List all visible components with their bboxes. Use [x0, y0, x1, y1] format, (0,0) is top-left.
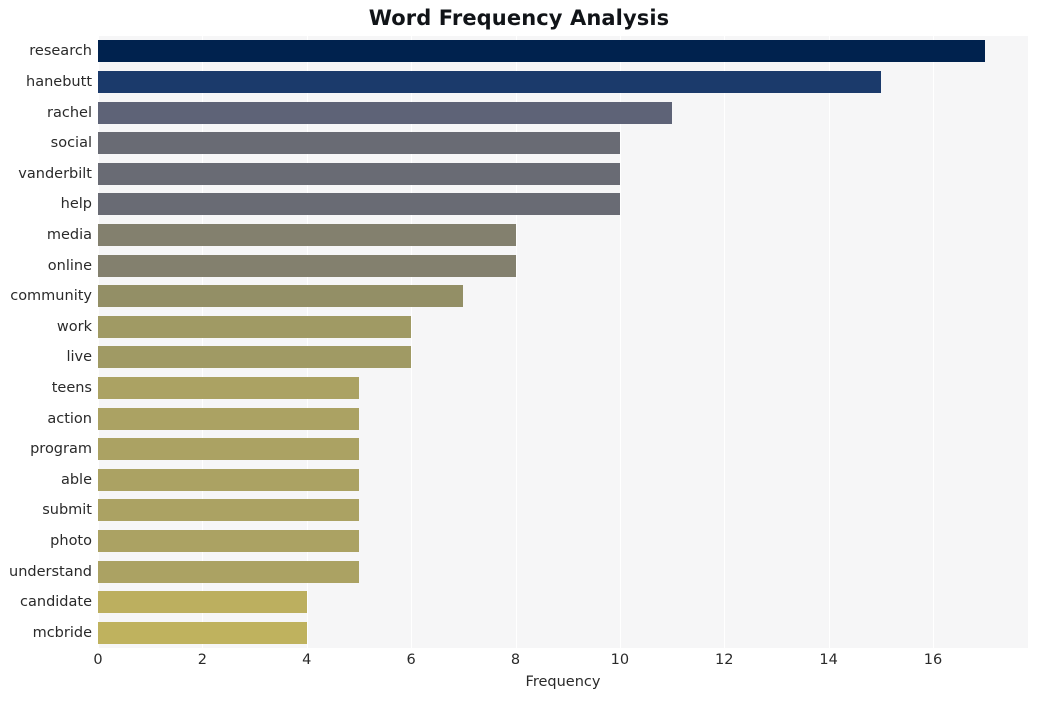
gridline-vertical: [828, 36, 830, 648]
x-axis-tick-labels: 0 2 4 6 8 10 12 14 16: [0, 652, 1038, 674]
bar: [98, 468, 359, 491]
bar: [98, 438, 359, 461]
y-axis-tick-label: able: [60, 471, 92, 488]
y-axis-category-labels: research hanebutt rachel social vanderbilt he…: [0, 36, 92, 648]
bar: [98, 101, 673, 124]
gridline-vertical: [619, 36, 621, 648]
bar: [98, 376, 359, 399]
gridline-vertical: [933, 36, 935, 648]
y-axis-tick-label: work: [56, 318, 92, 335]
y-axis-tick-label: teens: [51, 379, 92, 396]
y-axis-tick-label: vanderbilt: [18, 165, 92, 182]
bar: [98, 621, 307, 644]
y-axis-tick-label: live: [66, 349, 92, 366]
y-axis-tick-label: action: [47, 410, 92, 427]
bar: [98, 254, 516, 277]
gridline-vertical: [98, 36, 99, 648]
x-axis-tick-label: 12: [715, 652, 734, 668]
y-axis-tick-label: community: [10, 288, 92, 305]
y-axis-tick-label: candidate: [20, 594, 92, 611]
x-axis-tick-label: 14: [819, 652, 838, 668]
word-frequency-bar-chart: Word Frequency Analysis research hanebutt…: [0, 0, 1038, 701]
y-axis-tick-label: media: [46, 226, 92, 243]
bar: [98, 40, 986, 63]
bar: [98, 346, 412, 369]
bar: [98, 529, 359, 552]
gridline-vertical: [306, 36, 308, 648]
y-axis-tick-label: rachel: [47, 104, 92, 121]
gridline-vertical: [724, 36, 726, 648]
bar: [98, 499, 359, 522]
bar: [98, 407, 359, 430]
bar: [98, 193, 620, 216]
x-axis-label: Frequency: [525, 674, 601, 690]
bar: [98, 560, 359, 583]
x-axis-tick-label: 16: [923, 652, 943, 668]
bar: [98, 591, 307, 614]
y-axis-tick-label: submit: [42, 502, 92, 519]
bar: [98, 223, 516, 246]
bar: [98, 162, 620, 185]
x-axis-tick-label: 6: [406, 652, 416, 668]
bar: [98, 315, 412, 338]
gridline-vertical: [411, 36, 413, 648]
x-axis-tick-label: 8: [510, 652, 521, 668]
plot-area: [98, 36, 1028, 648]
y-axis-tick-label: program: [30, 441, 92, 458]
x-axis-tick-label: 0: [93, 652, 103, 668]
y-axis-tick-label: research: [29, 43, 92, 60]
y-axis-tick-label: understand: [9, 563, 92, 580]
gridline-vertical: [202, 36, 204, 648]
gridline-vertical: [515, 36, 517, 648]
bar: [98, 70, 881, 93]
x-axis-tick-label: 2: [197, 652, 207, 668]
y-axis-tick-label: online: [47, 257, 92, 274]
y-axis-tick-label: mcbride: [32, 624, 92, 641]
bar: [98, 132, 620, 155]
chart-title: Word Frequency Analysis: [368, 6, 670, 30]
y-axis-tick-label: help: [60, 196, 92, 213]
y-axis-tick-label: social: [50, 135, 92, 152]
x-axis-tick-label: 4: [302, 652, 312, 668]
y-axis-tick-label: hanebutt: [26, 73, 92, 90]
x-axis-tick-label: 10: [610, 652, 630, 668]
y-axis-tick-label: photo: [50, 532, 92, 549]
bar: [98, 285, 464, 308]
